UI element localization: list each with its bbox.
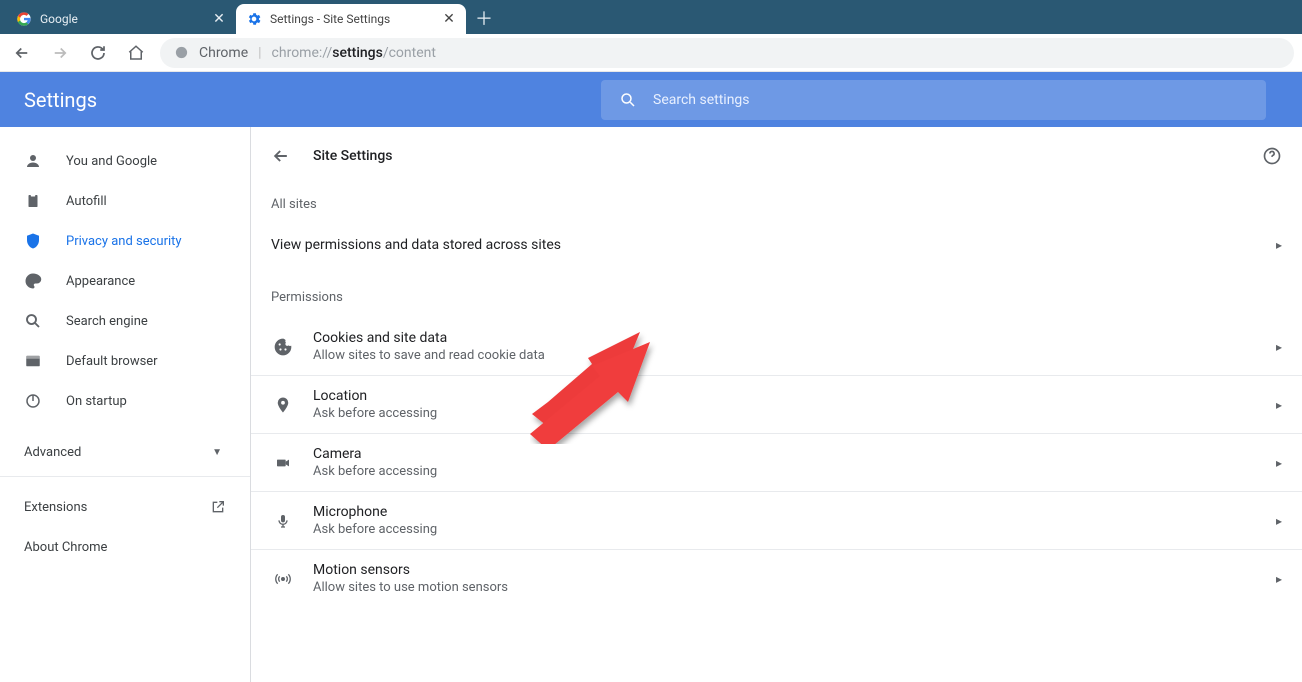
chevron-right-icon: ▸ xyxy=(1276,572,1282,586)
person-icon xyxy=(24,152,44,170)
settings-title: Settings xyxy=(24,88,97,112)
cookie-icon xyxy=(271,337,295,357)
tab-settings[interactable]: Settings - Site Settings ✕ xyxy=(236,4,466,34)
row-microphone[interactable]: Microphone Ask before accessing ▸ xyxy=(251,491,1302,549)
sidebar-item-about[interactable]: About Chrome xyxy=(0,527,250,567)
browser-toolbar: Chrome | chrome://settings/content xyxy=(0,34,1302,72)
location-icon xyxy=(271,395,295,415)
clipboard-icon xyxy=(24,192,44,210)
row-title: Motion sensors xyxy=(313,562,1276,578)
back-button[interactable] xyxy=(8,39,36,67)
site-info-icon xyxy=(174,45,189,60)
sidebar-item-appearance[interactable]: Appearance xyxy=(0,261,250,301)
row-title: Location xyxy=(313,388,1276,404)
new-tab-button[interactable]: ＋ xyxy=(470,4,498,32)
help-icon[interactable] xyxy=(1262,146,1282,166)
forward-button[interactable] xyxy=(46,39,74,67)
row-subtitle: Allow sites to use motion sensors xyxy=(313,580,1276,595)
sidebar-item-privacy[interactable]: Privacy and security xyxy=(0,221,250,261)
sensor-icon xyxy=(271,571,295,587)
tab-strip: Google ✕ Settings - Site Settings ✕ ＋ xyxy=(0,0,1302,34)
back-arrow-button[interactable] xyxy=(271,146,291,166)
tab-google[interactable]: Google ✕ xyxy=(6,4,236,34)
sidebar-item-label: On startup xyxy=(66,394,127,409)
section-label-all-sites: All sites xyxy=(251,185,1302,224)
chevron-right-icon: ▸ xyxy=(1276,340,1282,354)
section-label-permissions: Permissions xyxy=(251,278,1302,317)
chevron-right-icon: ▸ xyxy=(1276,514,1282,528)
sidebar-item-label: Autofill xyxy=(66,194,107,209)
sidebar-item-label: Advanced xyxy=(24,445,81,460)
content-area: Site Settings All sites View permissions… xyxy=(251,127,1302,682)
row-title: View permissions and data stored across … xyxy=(271,237,1276,253)
close-icon[interactable]: ✕ xyxy=(442,12,456,26)
chevron-right-icon: ▸ xyxy=(1276,238,1282,252)
search-icon xyxy=(24,312,44,330)
camera-icon xyxy=(271,455,295,471)
sidebar-item-label: Search engine xyxy=(66,314,148,329)
scheme-label: Chrome xyxy=(199,45,248,61)
row-camera[interactable]: Camera Ask before accessing ▸ xyxy=(251,433,1302,491)
page-title: Site Settings xyxy=(313,148,1240,164)
sidebar-item-on-startup[interactable]: On startup xyxy=(0,381,250,421)
row-motion-sensors[interactable]: Motion sensors Allow sites to use motion… xyxy=(251,549,1302,607)
palette-icon xyxy=(24,272,44,290)
row-title: Cookies and site data xyxy=(313,330,1276,346)
gear-icon xyxy=(246,11,262,27)
url-text: chrome://settings/content xyxy=(272,45,436,61)
chevron-right-icon: ▸ xyxy=(1276,398,1282,412)
sidebar-item-label: Privacy and security xyxy=(66,234,182,249)
sidebar-item-default-browser[interactable]: Default browser xyxy=(0,341,250,381)
close-icon[interactable]: ✕ xyxy=(212,12,226,26)
power-icon xyxy=(24,392,44,410)
address-bar[interactable]: Chrome | chrome://settings/content xyxy=(160,38,1294,68)
chevron-right-icon: ▸ xyxy=(1276,456,1282,470)
chevron-down-icon: ▼ xyxy=(212,447,222,458)
row-subtitle: Ask before accessing xyxy=(313,464,1276,479)
row-cookies[interactable]: Cookies and site data Allow sites to sav… xyxy=(251,317,1302,375)
search-icon xyxy=(619,91,637,109)
row-title: Camera xyxy=(313,446,1276,462)
sidebar: You and Google Autofill Privacy and secu… xyxy=(0,127,250,682)
row-view-permissions[interactable]: View permissions and data stored across … xyxy=(251,224,1302,264)
browser-icon xyxy=(24,352,44,370)
sidebar-item-advanced[interactable]: Advanced ▼ xyxy=(0,429,250,477)
search-placeholder: Search settings xyxy=(653,92,750,108)
row-subtitle: Allow sites to save and read cookie data xyxy=(313,348,1276,363)
home-button[interactable] xyxy=(122,39,150,67)
sidebar-item-you-and-google[interactable]: You and Google xyxy=(0,141,250,181)
row-subtitle: Ask before accessing xyxy=(313,522,1276,537)
search-settings-input[interactable]: Search settings xyxy=(601,80,1266,120)
tab-label: Settings - Site Settings xyxy=(270,12,434,26)
sidebar-item-label: About Chrome xyxy=(24,540,107,555)
row-subtitle: Ask before accessing xyxy=(313,406,1276,421)
external-link-icon xyxy=(210,499,226,515)
sidebar-item-label: Appearance xyxy=(66,274,135,289)
settings-header: Settings Search settings xyxy=(0,72,1302,127)
sidebar-item-label: Extensions xyxy=(24,500,87,515)
row-title: Microphone xyxy=(313,504,1276,520)
sidebar-item-extensions[interactable]: Extensions xyxy=(0,487,250,527)
reload-button[interactable] xyxy=(84,39,112,67)
shield-icon xyxy=(24,232,44,250)
google-favicon xyxy=(16,11,32,27)
microphone-icon xyxy=(271,511,295,531)
sidebar-item-autofill[interactable]: Autofill xyxy=(0,181,250,221)
sidebar-item-label: You and Google xyxy=(66,154,157,169)
sidebar-item-search-engine[interactable]: Search engine xyxy=(0,301,250,341)
sidebar-item-label: Default browser xyxy=(66,354,158,369)
tab-label: Google xyxy=(40,12,204,26)
row-location[interactable]: Location Ask before accessing ▸ xyxy=(251,375,1302,433)
